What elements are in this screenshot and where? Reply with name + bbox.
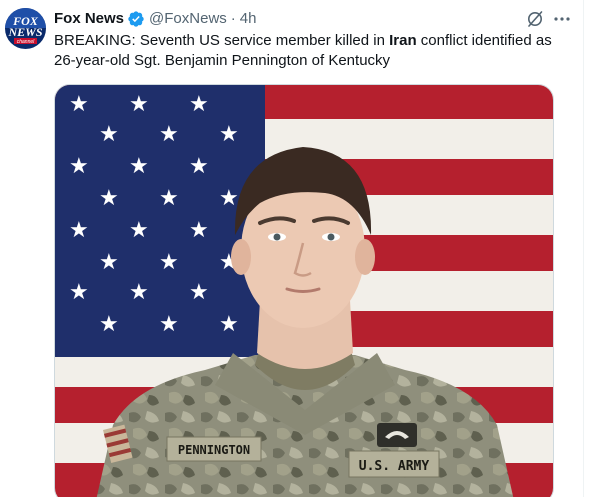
verified-badge-icon <box>127 10 145 28</box>
svg-text:★: ★ <box>99 122 119 147</box>
tweet[interactable]: FOX NEWS channel Fox News @FoxNews · 4h <box>0 0 593 497</box>
tweet-text-start: BREAKING: Seventh US service member kill… <box>54 32 390 49</box>
branch-tape-text: U.S. ARMY <box>359 459 430 474</box>
svg-text:★: ★ <box>99 186 119 211</box>
tweet-text-bold: Iran <box>389 32 417 49</box>
svg-text:★: ★ <box>129 280 149 305</box>
svg-text:★: ★ <box>69 280 89 305</box>
name-tape-text: PENNINGTON <box>178 443 250 457</box>
grok-icon[interactable] <box>525 9 545 29</box>
svg-text:★: ★ <box>159 122 179 147</box>
svg-text:★: ★ <box>99 250 119 275</box>
tweet-photo[interactable]: ★ ★ ★ ★ ★ ★ ★ ★ ★ ★ ★ ★ ★ ★ ★ ★ ★ ★ ★ ★ … <box>54 84 554 497</box>
svg-text:★: ★ <box>159 312 179 337</box>
svg-text:★: ★ <box>69 154 89 179</box>
svg-text:★: ★ <box>129 154 149 179</box>
more-icon[interactable] <box>552 9 572 29</box>
avatar-logo-line2: NEWS <box>7 25 42 39</box>
svg-text:★: ★ <box>159 250 179 275</box>
svg-text:★: ★ <box>219 312 239 337</box>
author-name[interactable]: Fox News <box>54 9 124 29</box>
timestamp[interactable]: 4h <box>240 9 257 29</box>
fox-news-logo-icon: FOX NEWS channel <box>5 8 46 49</box>
soldier-portrait-image: ★ ★ ★ ★ ★ ★ ★ ★ ★ ★ ★ ★ ★ ★ ★ ★ ★ ★ ★ ★ … <box>55 85 553 497</box>
svg-text:★: ★ <box>219 186 239 211</box>
svg-text:★: ★ <box>189 280 209 305</box>
column-divider <box>583 0 584 497</box>
svg-text:★: ★ <box>99 312 119 337</box>
svg-text:★: ★ <box>219 122 239 147</box>
branch-tape: U.S. ARMY <box>348 450 440 478</box>
svg-text:★: ★ <box>159 186 179 211</box>
svg-text:★: ★ <box>69 92 89 117</box>
svg-text:★: ★ <box>189 92 209 117</box>
svg-text:★: ★ <box>129 92 149 117</box>
svg-text:★: ★ <box>69 218 89 243</box>
svg-text:★: ★ <box>189 154 209 179</box>
name-tape: PENNINGTON <box>166 436 262 462</box>
avatar[interactable]: FOX NEWS channel <box>5 8 46 49</box>
svg-text:★: ★ <box>189 218 209 243</box>
tweet-text: BREAKING: Seventh US service member kill… <box>54 31 570 71</box>
avatar-logo-line3: channel <box>17 39 35 45</box>
svg-text:★: ★ <box>129 218 149 243</box>
tweet-header: Fox News @FoxNews · 4h <box>54 9 256 29</box>
author-handle[interactable]: @FoxNews <box>149 9 227 29</box>
separator-dot: · <box>230 10 236 27</box>
